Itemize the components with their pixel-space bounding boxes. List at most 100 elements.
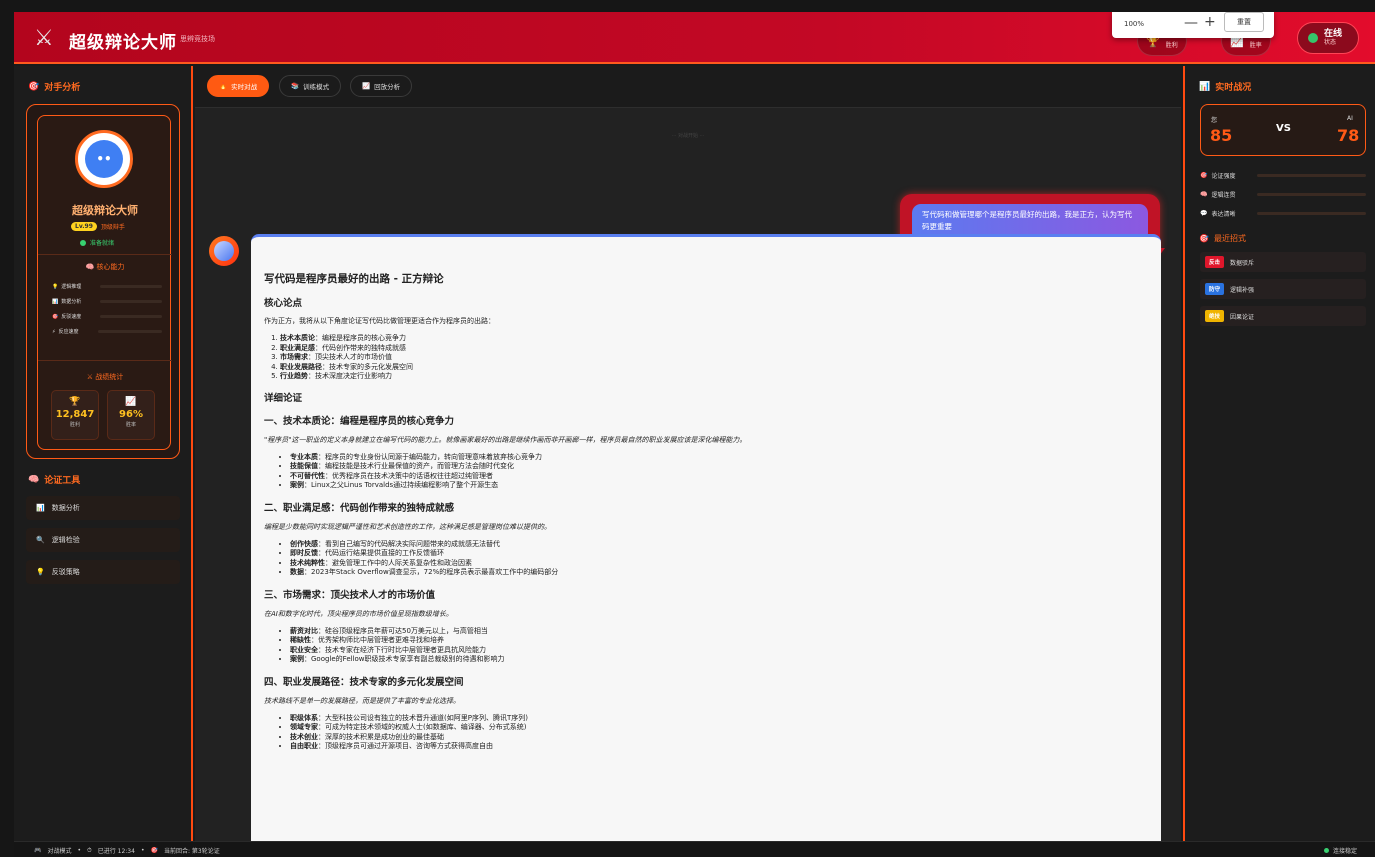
tool-rebuttal-strategy[interactable]: 💡 反驳策略 <box>26 560 180 584</box>
zoom-in-button[interactable]: + <box>1204 14 1216 30</box>
tab-training[interactable]: 📚 训练模式 <box>279 75 342 97</box>
chat-area: ··· 对战开始 ··· 写代码和做管理哪个是程序员最好的出路，我是正方，认为写… <box>195 108 1181 854</box>
section-list: 职级体系：大型科技公司设有独立的技术晋升通道(如阿里P序列、腾讯T序列) 领域专… <box>290 714 1149 752</box>
metric-row: 🧠 逻辑连贯 <box>1200 190 1366 199</box>
mode-status: 对战模式 <box>47 848 72 855</box>
bulb-icon: 💡 <box>36 568 45 576</box>
lightning-icon: ⚡ <box>52 328 56 335</box>
move-item[interactable]: 绝技 因果论证 <box>1200 306 1366 326</box>
ai-logo-icon <box>214 241 234 261</box>
move-tag: 绝技 <box>1205 310 1225 322</box>
round-status: 当前回合: 第3轮论证 <box>163 848 220 855</box>
connection-dot-icon <box>1323 848 1329 853</box>
crossed-swords-icon: ⚔ <box>34 26 54 51</box>
brain-icon: 🧠 <box>28 474 40 485</box>
move-tag: 反击 <box>1205 256 1225 268</box>
move-tag: 防守 <box>1205 283 1225 295</box>
ai-label: AI <box>1347 115 1353 122</box>
list-item: 技能保值：编程技能是技术行业最保值的资产，而管理方法会随时代变化 <box>290 462 1149 472</box>
speech-bubble-icon: 💬 <box>1200 210 1208 217</box>
chart-icon: 📈 <box>362 82 371 90</box>
abilities-title: 🧠 核心能力 <box>85 263 125 271</box>
ready-status: 准备就绪 <box>80 238 114 247</box>
search-icon: 🔍 <box>36 536 45 544</box>
points-list: 技术本质论：编程是程序员的核心竞争力 职业满足感：代码创作带来的独特成就感 市场… <box>280 334 1149 382</box>
zoom-reset-button[interactable]: 重置 <box>1224 12 1264 32</box>
winrate-value: 96% <box>119 409 143 420</box>
target-icon: 🎯 <box>28 81 40 92</box>
ability-row: 🎯 反驳速度 <box>52 313 162 320</box>
tools-title: 🧠 论证工具 <box>28 474 81 487</box>
bar-chart-icon: 📊 <box>52 298 59 305</box>
wins-label: 胜利 <box>69 422 80 428</box>
winrate-label: 胜率 <box>125 422 136 428</box>
rank-label: 顶级辩手 <box>100 224 125 231</box>
online-status[interactable]: 在线 状态 <box>1297 22 1359 54</box>
list-item: 职级体系：大型科技公司设有独立的技术晋升通道(如阿里P序列、腾讯T序列) <box>290 714 1149 724</box>
tab-replay[interactable]: 📈 回放分析 <box>350 75 413 97</box>
core-heading: 核心论点 <box>264 298 303 309</box>
zoom-popup: 100% — + 重置 <box>1112 12 1274 38</box>
section-quote: 编程是少数能同时实现逻辑严谨性和艺术创造性的工作，这种满足感是管理岗位难以提供的… <box>264 522 551 531</box>
right-sidebar: 📊 实时战况 您 85 VS AI 78 🎯 论证强度 🧠 逻辑连贯 💬 表达清… <box>1183 66 1375 841</box>
opponent-analysis-title: 🎯 对手分析 <box>28 81 81 94</box>
list-item: 薪资对比：硅谷顶级程序员年薪可达50万美元以上，与高管相当 <box>290 627 1149 637</box>
wins-label: 胜利 <box>1165 41 1178 49</box>
list-item: 数据：2023年Stack Overflow调查显示，72%的程序员表示最喜欢工… <box>290 568 1149 578</box>
status-right: 连接稳定 <box>1323 846 1357 855</box>
live-status-title: 📊 实时战况 <box>1199 81 1252 94</box>
profile-name: 超级辩论大师 <box>72 204 138 217</box>
globe-icon <box>1308 33 1318 43</box>
move-item[interactable]: 反击 数据驳斥 <box>1200 252 1366 272</box>
timer-icon: ⏱ <box>87 846 92 854</box>
tool-logic-check[interactable]: 🔍 逻辑检验 <box>26 528 180 552</box>
section-list: 薪资对比：硅谷顶级程序员年薪可达50万美元以上，与高管相当 稀缺性：优秀架构师比… <box>290 627 1149 665</box>
connection-status: 连接稳定 <box>1332 848 1357 855</box>
left-sidebar: 🎯 对手分析 •• 超级辩论大师 Lv.99 顶级辩手 准备就绪 🧠 核心能力 <box>14 66 193 841</box>
avatar: •• <box>75 130 133 188</box>
list-item: 即时反馈：代码运行结果提供直接的工作反馈循环 <box>290 549 1149 559</box>
tool-data-analysis[interactable]: 📊 数据分析 <box>26 496 180 520</box>
list-item: 职业满足感：代码创作带来的独特成就感 <box>280 344 1149 354</box>
ability-row: ⚡ 反应速度 <box>52 328 162 335</box>
ai-message: 写代码是程序员最好的出路 - 正方辩论 核心论点 作为正方，我将从以下角度论证写… <box>251 234 1161 854</box>
robot-icon: •• <box>85 140 123 178</box>
bar-chart-icon: 📊 <box>36 504 45 512</box>
list-item: 技术创业：深厚的技术积累是成功创业的最佳基础 <box>290 733 1149 743</box>
bar-chart-icon: 📊 <box>1199 81 1211 92</box>
bulb-icon: 💡 <box>52 283 59 290</box>
list-item: 领域专家：可成为特定技术领域的权威人士(如数据库、编译器、分布式系统) <box>290 723 1149 733</box>
section-quote: 技术路线不是单一的发展路径，而是提供了丰富的专业化选择。 <box>264 696 460 705</box>
you-label: 您 <box>1211 117 1218 124</box>
list-item: 不可替代性：优秀程序员在技术决策中的话语权往往超过纯管理者 <box>290 472 1149 482</box>
system-note: ··· 对战开始 ··· <box>671 133 705 139</box>
intro-text: 作为正方，我将从以下角度论证写代码比做管理更适合作为程序员的出路： <box>264 317 495 325</box>
metric-row: 🎯 论证强度 <box>1200 171 1366 180</box>
wins-value: 12,847 <box>55 409 95 420</box>
trophy-icon: 🏆 <box>69 397 81 407</box>
move-item[interactable]: 防守 逻辑补强 <box>1200 279 1366 299</box>
online-label: 在线 <box>1324 29 1343 39</box>
section-heading: 一、技术本质论：编程是程序员的核心竞争力 <box>264 415 455 427</box>
chart-icon: 📈 <box>125 397 137 407</box>
brain-icon: 🧠 <box>1200 191 1208 198</box>
gamepad-icon: 🎮 <box>34 847 42 854</box>
target-icon: 🎯 <box>150 847 158 854</box>
list-item: 稀缺性：优秀架构师比中层管理者更难寻找和培养 <box>290 636 1149 646</box>
section-quote: "程序员"这一职业的定义本身就建立在编写代码的能力上。就像画家最好的出路是继续作… <box>264 435 747 444</box>
section-heading: 二、职业满足感：代码创作带来的独特成就感 <box>264 502 455 514</box>
divider <box>38 254 172 255</box>
recent-moves-title: 🎯 最近招式 <box>1199 234 1246 243</box>
winrate-label: 胜率 <box>1249 41 1262 49</box>
ai-score: 78 <box>1337 126 1360 145</box>
section-heading: 三、市场需求：顶尖技术人才的市场价值 <box>264 589 436 601</box>
app-window: ⚔ 超级辩论大师 思辨竞技场 🏆 胜利 📈 胜率 在线 状态 100% — + … <box>14 12 1375 857</box>
list-item: 市场需求：顶尖技术人才的市场价值 <box>280 353 1149 363</box>
zoom-out-button[interactable]: — <box>1184 15 1198 31</box>
tab-live-battle[interactable]: 🔥 实时对战 <box>207 75 270 97</box>
section-heading: 四、职业发展路径：技术专家的多元化发展空间 <box>264 676 464 688</box>
zoom-level: 100% <box>1124 20 1145 28</box>
fire-icon: 🔥 <box>219 82 228 90</box>
level-badge: Lv.99 <box>71 222 97 231</box>
elapsed-status: 已进行 12:34 <box>97 848 135 855</box>
